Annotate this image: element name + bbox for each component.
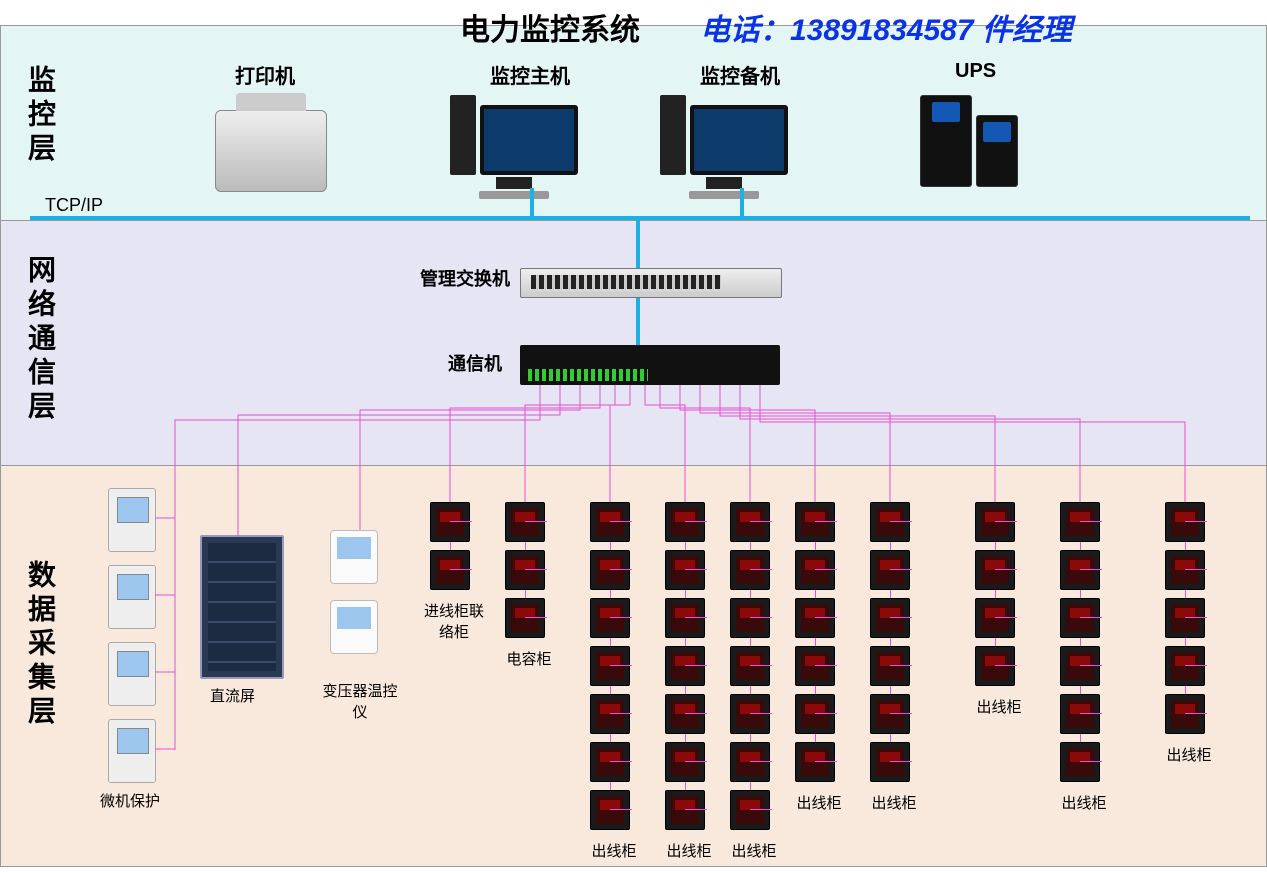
meter-icon — [870, 598, 910, 638]
layer1-label: 监控层 — [20, 65, 60, 167]
host-drop — [530, 188, 534, 218]
meter-col-label: 出线柜 — [584, 840, 644, 861]
meter-col-label: 出线柜 — [969, 696, 1029, 717]
comm-icon — [520, 345, 780, 385]
relay-icon — [108, 719, 156, 783]
meter-icon — [1165, 646, 1205, 686]
meter-icon — [795, 550, 835, 590]
meter-icon — [665, 646, 705, 686]
dc-panel-icon — [200, 535, 284, 679]
meter-icon — [1060, 550, 1100, 590]
layer3-label: 数据采集层 — [20, 560, 60, 730]
switch-to-comm — [636, 298, 640, 348]
protocol-label: TCP/IP — [45, 195, 103, 216]
layer-network — [0, 220, 1267, 467]
meter-icon — [795, 646, 835, 686]
meter-col-label: 电容柜 — [499, 648, 559, 669]
printer-icon — [215, 110, 327, 192]
meter-icon — [1060, 598, 1100, 638]
comm-label: 通信机 — [448, 350, 502, 376]
meter-icon — [430, 502, 470, 542]
meter-icon — [795, 694, 835, 734]
meter-icon — [505, 502, 545, 542]
meter-col-label: 出线柜 — [724, 840, 784, 861]
meter-col-label: 出线柜 — [659, 840, 719, 861]
meter-icon — [1060, 742, 1100, 782]
meter-icon — [1165, 694, 1205, 734]
printer-label: 打印机 — [235, 60, 295, 89]
switch-icon — [520, 268, 782, 298]
bus-to-switch — [636, 218, 640, 268]
meter-icon — [590, 502, 630, 542]
layer2-label: 网络通信层 — [20, 255, 60, 425]
meter-icon — [870, 694, 910, 734]
meter-icon — [975, 598, 1015, 638]
meter-icon — [975, 550, 1015, 590]
relay-icon — [108, 488, 156, 552]
layer-monitoring — [0, 25, 1267, 222]
meter-col-label: 出线柜 — [789, 792, 849, 813]
meter-icon — [870, 646, 910, 686]
meter-icon — [1060, 694, 1100, 734]
tempctl-icon — [330, 600, 378, 654]
meter-icon — [665, 790, 705, 830]
meter-icon — [1165, 502, 1205, 542]
ups-label: UPS — [955, 60, 996, 83]
meter-icon — [1060, 646, 1100, 686]
meter-col-label: 出线柜 — [1054, 792, 1114, 813]
host-pc-icon — [450, 95, 578, 199]
meter-icon — [665, 550, 705, 590]
meter-icon — [590, 694, 630, 734]
meter-icon — [665, 694, 705, 734]
meter-icon — [795, 502, 835, 542]
meter-icon — [665, 502, 705, 542]
ups-icon — [920, 95, 1022, 192]
meter-icon — [730, 694, 770, 734]
meter-icon — [730, 598, 770, 638]
meter-icon — [730, 502, 770, 542]
meter-icon — [870, 550, 910, 590]
meter-icon — [1060, 502, 1100, 542]
meter-icon — [730, 646, 770, 686]
tempctl-icon — [330, 530, 378, 584]
meter-icon — [1165, 550, 1205, 590]
meter-icon — [730, 550, 770, 590]
meter-icon — [665, 598, 705, 638]
switch-label: 管理交换机 — [420, 265, 510, 291]
meter-icon — [430, 550, 470, 590]
dc-label: 直流屏 — [210, 685, 255, 706]
meter-icon — [870, 502, 910, 542]
meter-icon — [730, 790, 770, 830]
meter-col-label: 出线柜 — [1159, 744, 1219, 765]
meter-icon — [975, 502, 1015, 542]
meter-icon — [730, 742, 770, 782]
system-title: 电力监控系统 — [460, 5, 640, 49]
meter-icon — [590, 550, 630, 590]
meter-icon — [505, 550, 545, 590]
host-label: 监控主机 — [490, 60, 570, 89]
backup-pc-icon — [660, 95, 788, 199]
relay-icon — [108, 565, 156, 629]
contact-info: 电话：13891834587 件经理 — [700, 5, 1072, 49]
meter-icon — [590, 742, 630, 782]
relay-label: 微机保护 — [100, 790, 160, 811]
meter-icon — [1165, 598, 1205, 638]
diagram-canvas: 监控层 网络通信层 数据采集层 电力监控系统 电话：13891834587 件经… — [0, 0, 1267, 873]
meter-icon — [505, 598, 545, 638]
meter-icon — [590, 598, 630, 638]
tcpip-bus — [30, 216, 1250, 220]
meter-icon — [975, 646, 1015, 686]
backup-label: 监控备机 — [700, 60, 780, 89]
meter-col-label: 出线柜 — [864, 792, 924, 813]
meter-icon — [590, 646, 630, 686]
meter-icon — [870, 742, 910, 782]
meter-icon — [590, 790, 630, 830]
relay-icon — [108, 642, 156, 706]
meter-icon — [795, 742, 835, 782]
temp-label: 变压器温控仪 — [320, 680, 400, 722]
meter-icon — [795, 598, 835, 638]
backup-drop — [740, 188, 744, 218]
meter-col-label: 进线柜联络柜 — [424, 600, 484, 642]
meter-icon — [665, 742, 705, 782]
